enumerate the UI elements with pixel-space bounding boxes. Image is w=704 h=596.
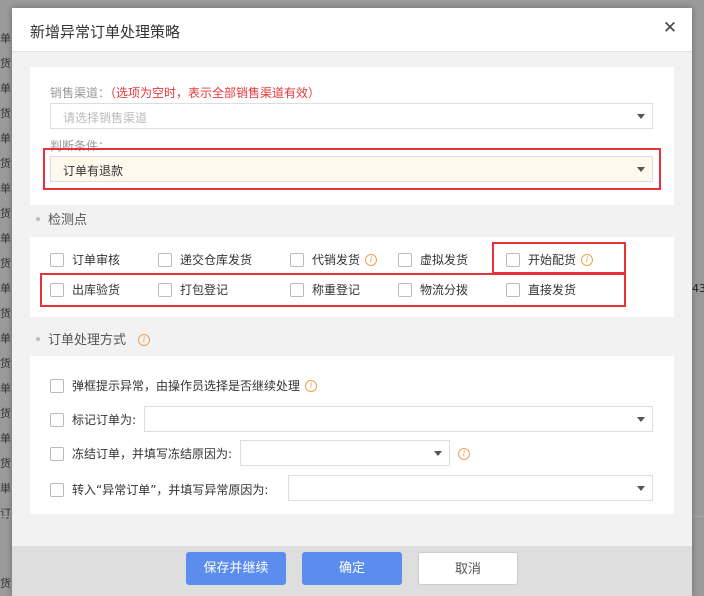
channel-label: 销售渠道：（选项为空时，表示全部销售渠道有效） <box>50 84 320 101</box>
checkpoint-label: 开始配货 i <box>528 253 594 267</box>
handling-title-text: 订单处理方式 <box>48 333 127 348</box>
checkpoints-panel: 订单审核 递交仓库发货 代销发货 i 虚拟发货 开始配货 i 出库验货 打包登记 称… <box>30 237 674 317</box>
info-icon[interactable]: i <box>365 253 378 266</box>
bullet-dot <box>36 216 40 221</box>
info-icon[interactable]: i <box>458 448 470 460</box>
checkbox[interactable] <box>158 253 172 267</box>
bullet-dot <box>36 336 40 341</box>
bg-fragment: 单 <box>0 432 11 445</box>
strategy-dialog: 新增异常订单处理策略 ✕ 销售渠道：（选项为空时，表示全部销售渠道有效） 请选择… <box>12 8 692 596</box>
condition-select[interactable]: 订单有退款 <box>50 156 653 182</box>
handling-panel: 弹框提示异常，由操作员选择是否继续处理 i 标记订单为: 冻结订单，并填写冻结原因… <box>30 356 674 514</box>
handling-title: 订单处理方式 i <box>36 329 151 348</box>
channel-label-text: 销售渠道： <box>50 86 111 100</box>
checkpoint-label: 物流分拨 <box>420 283 469 297</box>
checkpoint-label: 直接发货 <box>528 283 577 297</box>
checkbox[interactable] <box>50 413 64 427</box>
bg-fragment: 货 <box>0 57 11 70</box>
checkpoint-label: 称重登记 <box>312 283 361 297</box>
checkbox[interactable] <box>50 483 64 497</box>
checkpoint-label: 虚拟发货 <box>420 253 469 267</box>
bg-fragment: 单 <box>0 182 11 195</box>
checkbox[interactable] <box>50 283 64 297</box>
chevron-down-icon <box>434 451 442 456</box>
bg-fragment: 单 <box>0 232 11 245</box>
option-label: 弹框提示异常，由操作员选择是否继续处理 i <box>72 379 318 393</box>
checkbox[interactable] <box>290 253 304 267</box>
bg-fragment: 单 <box>0 332 11 345</box>
dialog-title: 新增异常订单处理策略 <box>30 23 181 41</box>
option-label: 标记订单为: <box>72 413 137 427</box>
bg-fragment: 货 <box>0 307 11 320</box>
checkpoints-title-text: 检测点 <box>48 213 88 228</box>
checkpoint-label-text: 开始配货 <box>528 253 577 267</box>
bg-fragment: 货 <box>0 157 11 170</box>
checkpoints-title: 检测点 <box>36 209 87 228</box>
bg-fragment: 单 <box>0 282 11 295</box>
bg-fragment: 单 <box>0 132 11 145</box>
checkpoint-label: 代销发货 i <box>312 253 378 267</box>
checkbox[interactable] <box>158 283 172 297</box>
checkpoint-label: 打包登记 <box>180 283 229 297</box>
bg-fragment: 货 <box>0 577 11 590</box>
channel-placeholder: 请选择销售渠道 <box>63 111 148 125</box>
cancel-button[interactable]: 取消 <box>418 552 518 585</box>
option-label: 转入“异常订单”，并填写异常原因为: <box>72 483 269 497</box>
chevron-down-icon <box>637 417 645 422</box>
bg-fragment: 货 <box>0 357 11 370</box>
chevron-down-icon <box>637 167 645 172</box>
bg-fragment: 单 <box>0 382 11 395</box>
checkpoint-label: 订单审核 <box>72 253 121 267</box>
checkbox[interactable] <box>398 253 412 267</box>
info-icon[interactable]: i <box>138 333 151 346</box>
bg-fragment: 単 <box>0 482 11 495</box>
chevron-down-icon <box>637 114 645 119</box>
info-icon[interactable]: i <box>581 253 594 266</box>
channel-note: （选项为空时，表示全部销售渠道有效） <box>110 86 321 100</box>
bg-fragment: 货 <box>0 407 11 420</box>
bg-fragment-right: 43 <box>692 282 704 295</box>
checkbox[interactable] <box>290 283 304 297</box>
checkbox[interactable] <box>50 447 64 461</box>
filter-panel: 销售渠道：（选项为空时，表示全部销售渠道有效） 请选择销售渠道 判断条件： 订单… <box>30 67 674 205</box>
mark-order-select[interactable] <box>144 406 653 432</box>
checkpoint-label: 递交仓库发货 <box>180 253 253 267</box>
bg-fragment: 货 <box>0 207 11 220</box>
bg-fragment: 单 <box>0 82 11 95</box>
bg-fragment: 货 <box>0 457 11 470</box>
option-label: 冻结订单，并填写冻结原因为: <box>72 447 233 461</box>
bg-fragment: 货 <box>0 257 11 270</box>
bg-fragment: 订 <box>0 507 11 520</box>
dialog-footer: 保存并继续 确定 取消 <box>12 546 692 596</box>
condition-value: 订单有退款 <box>63 164 124 178</box>
checkbox[interactable] <box>506 253 520 267</box>
checkpoint-label-text: 代销发货 <box>312 253 361 267</box>
bg-fragment: 货 <box>0 107 11 120</box>
exception-reason-select[interactable] <box>288 475 653 501</box>
freeze-reason-select[interactable] <box>240 440 450 466</box>
option-label-text: 弹框提示异常，由操作员选择是否继续处理 <box>72 379 301 393</box>
checkbox[interactable] <box>506 283 520 297</box>
channel-select[interactable]: 请选择销售渠道 <box>50 103 653 129</box>
dialog-header: 新增异常订单处理策略 ✕ <box>12 8 692 52</box>
checkbox[interactable] <box>398 283 412 297</box>
bg-fragment: 单 <box>0 32 11 45</box>
chevron-down-icon <box>637 486 645 491</box>
save-continue-button[interactable]: 保存并继续 <box>186 552 286 585</box>
close-icon[interactable]: ✕ <box>662 20 678 37</box>
checkbox[interactable] <box>50 253 64 267</box>
checkbox[interactable] <box>50 379 64 393</box>
checkpoint-label: 出库验货 <box>72 283 121 297</box>
info-icon[interactable]: i <box>305 379 318 392</box>
ok-button[interactable]: 确定 <box>302 552 402 585</box>
